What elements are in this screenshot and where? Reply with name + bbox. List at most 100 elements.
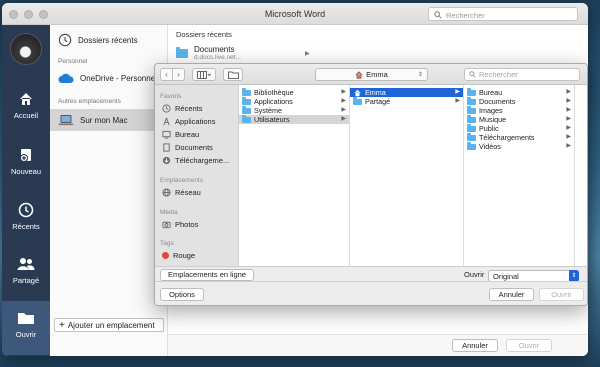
desktop-icon (162, 130, 171, 139)
sidebar-item-recents[interactable]: Récents (162, 104, 203, 113)
folder-icon (242, 114, 251, 123)
updown-icon: ⇕ (417, 72, 423, 78)
laptop-icon (58, 115, 74, 126)
home-icon (20, 93, 32, 105)
sidebar-label: Réseau (175, 188, 201, 197)
sidebar-label: Documents (175, 143, 213, 152)
red-tag-icon (162, 252, 169, 259)
folder-icon (467, 141, 476, 150)
clock-icon (58, 33, 72, 47)
sidebar-label: Rouge (173, 251, 196, 260)
personal-header: Personnel (58, 58, 88, 65)
browser-column-emma: Bureau ▶ Documents ▶ Images ▶ Musique ▶ Publ… (464, 85, 575, 266)
list-item[interactable]: Bibliothèque ▶ (239, 87, 349, 97)
chevron-right-icon: ▶ (566, 107, 571, 113)
chevron-right-icon: ▶ (304, 50, 310, 57)
nav-rail: Accueil Nouveau Récents Partagé Ouvrir (2, 25, 50, 356)
sidebar-label: Photos (175, 220, 199, 229)
add-location-label: Ajouter un emplacement (67, 320, 155, 330)
folder-icon (353, 96, 362, 105)
list-item[interactable]: Téléchargements ▶ (464, 132, 574, 142)
browser-column-empty (575, 85, 587, 266)
sidebar-item-applications[interactable]: Applications (162, 117, 215, 126)
rail-item-nouveau[interactable]: Nouveau (2, 138, 50, 186)
list-item[interactable]: Système ▶ (239, 105, 349, 115)
chevron-right-icon: ▶ (455, 98, 460, 104)
list-item[interactable]: Partagé ▶ (350, 96, 463, 106)
folder-icon (467, 114, 476, 123)
plus-icon: + (59, 319, 65, 331)
sidebar-item-downloads[interactable]: Téléchargeme... (162, 156, 229, 165)
recent-folder-row[interactable]: Documents d.docs.live.net... ▶ (176, 45, 310, 61)
rail-item-ouvrir[interactable]: Ouvrir (2, 301, 50, 355)
people-icon (17, 258, 35, 270)
rail-item-accueil[interactable]: Accueil (2, 82, 50, 130)
folder-icon (242, 105, 251, 114)
sidebar-item-tag-rouge[interactable]: Rouge (162, 251, 195, 260)
word-search-input[interactable]: Rechercher (428, 7, 578, 21)
sidebar-label: Téléchargeme... (175, 156, 230, 165)
list-item[interactable]: Musique ▶ (464, 114, 574, 124)
chevron-right-icon: ▶ (566, 89, 571, 95)
chevron-right-icon: › (177, 70, 180, 79)
dialog-search-input[interactable]: Rechercher (464, 68, 580, 81)
home-icon (355, 70, 363, 79)
favorites-header: Favoris (160, 93, 182, 100)
new-folder-button[interactable] (223, 68, 243, 81)
list-item[interactable]: Applications ▶ (239, 96, 349, 106)
search-placeholder: Rechercher (446, 10, 485, 20)
rail-label: Nouveau (10, 167, 42, 176)
sidebar-item-photos[interactable]: Photos (162, 220, 198, 229)
rail-item-recents[interactable]: Récents (2, 193, 50, 241)
word-open-button[interactable]: Ouvrir (506, 339, 552, 352)
rail-label: Récents (12, 222, 40, 231)
rail-label: Accueil (13, 111, 39, 120)
search-icon (469, 71, 476, 78)
forward-button[interactable]: › (172, 68, 185, 81)
finder-sidebar: Favoris Récents Applications Bureau Docu… (155, 85, 239, 266)
dialog-toolbar: ‹ › Emma ⇕ Rechercher (155, 64, 587, 85)
other-locations-header: Autres emplacements (58, 98, 121, 105)
list-item[interactable]: Bureau ▶ (464, 87, 574, 97)
word-cancel-button[interactable]: Annuler (452, 339, 498, 352)
online-locations-button[interactable]: Emplacements en ligne (160, 269, 254, 281)
rail-label: Ouvrir (15, 330, 37, 339)
chevron-right-icon: ▶ (341, 89, 346, 95)
columns-view-icon (197, 70, 211, 79)
search-icon (434, 11, 442, 19)
add-location-button[interactable]: + Ajouter un emplacement (54, 318, 164, 332)
on-my-mac-item[interactable]: Sur mon Mac (50, 109, 168, 131)
open-as-label: Ouvrir (464, 270, 485, 279)
sidebar-item-reseau[interactable]: Réseau (162, 188, 201, 197)
avatar[interactable] (10, 33, 42, 65)
dialog-open-button[interactable]: Ouvrir (539, 288, 584, 301)
sidebar-item-documents[interactable]: Documents (162, 143, 213, 152)
location-popup[interactable]: Emma ⇕ (315, 68, 428, 81)
folder-icon (467, 132, 476, 141)
camera-icon (162, 221, 171, 229)
download-icon (162, 156, 171, 165)
locations-header: Emplacements (160, 177, 203, 184)
list-item[interactable]: Vidéos ▶ (464, 141, 574, 151)
view-mode-button[interactable] (192, 68, 216, 81)
list-item[interactable]: Documents ▶ (464, 96, 574, 106)
sidebar-item-bureau[interactable]: Bureau (162, 130, 199, 139)
chevron-right-icon: ▶ (455, 89, 460, 95)
rail-item-partage[interactable]: Partagé (2, 247, 50, 295)
onedrive-item[interactable]: OneDrive - Personnel (50, 68, 168, 88)
media-header: Média (160, 209, 178, 216)
globe-icon (162, 188, 171, 197)
list-item-selected[interactable]: Utilisateurs ▶ (239, 114, 349, 124)
options-button[interactable]: Options (160, 288, 204, 301)
list-item-selected[interactable]: Emma ▶ (350, 88, 463, 97)
list-item[interactable]: Images ▶ (464, 105, 574, 115)
chevron-right-icon: ▶ (341, 107, 346, 113)
folder-icon (467, 105, 476, 114)
sidebar-label: Applications (175, 117, 216, 126)
recent-folders-item[interactable]: Dossiers récents (50, 31, 168, 49)
folder-icon (467, 123, 476, 132)
browser-column-root: Bibliothèque ▶ Applications ▶ Système ▶ Uti… (239, 85, 350, 266)
dialog-cancel-button[interactable]: Annuler (489, 288, 534, 301)
dialog-footer: Options Annuler Ouvrir (155, 281, 587, 305)
list-item[interactable]: Public ▶ (464, 123, 574, 133)
